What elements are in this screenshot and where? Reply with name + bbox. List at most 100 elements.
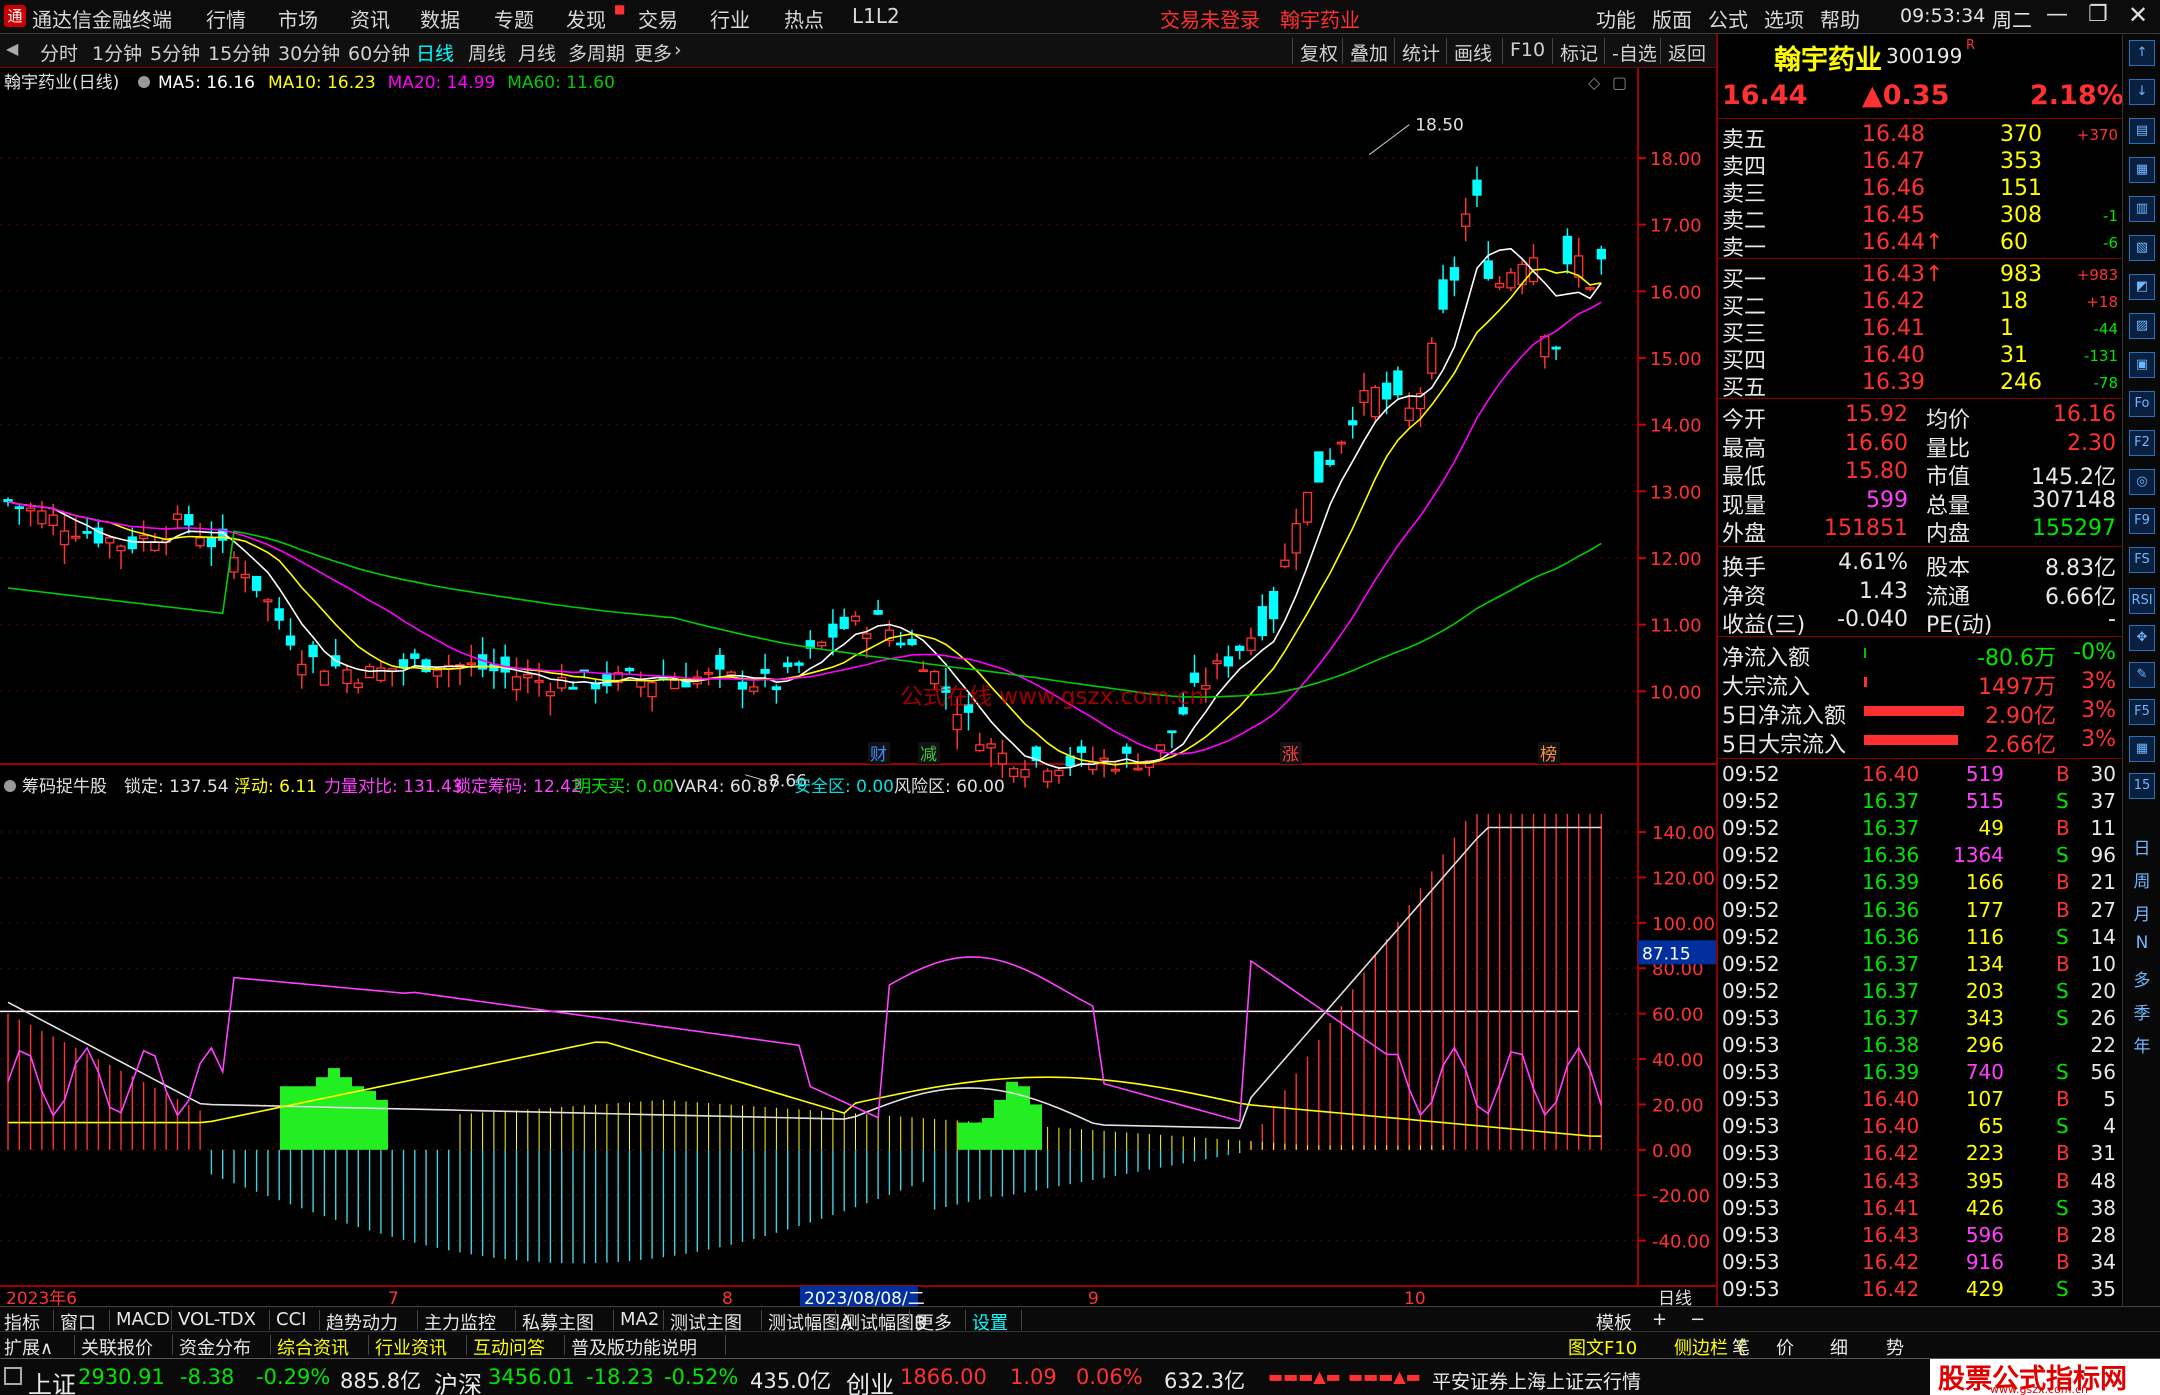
side-tab-2[interactable]: 笔 bbox=[1732, 1334, 1750, 1360]
ext-tab-5[interactable]: 互动问答 bbox=[473, 1334, 545, 1360]
template-btn-1[interactable]: + bbox=[1652, 1309, 1667, 1330]
chart-area[interactable]: 18.00 17.00 16.00 15.00 14.00 13.00 12.00 11.00… bbox=[0, 68, 1716, 1306]
toolbar-period-6[interactable]: 年 bbox=[2123, 1032, 2160, 1057]
tool-icon-3[interactable]: ▦ bbox=[2129, 157, 2155, 183]
index-name-2: 创业 bbox=[846, 1371, 894, 1395]
candle-body-53 bbox=[602, 672, 612, 687]
period-tab-1[interactable]: 1分钟 bbox=[92, 39, 142, 66]
right-menu-0[interactable]: 功能 bbox=[1596, 4, 1636, 33]
tool-extra-1[interactable]: ✥ bbox=[2129, 625, 2155, 651]
menu-8[interactable]: 热点 bbox=[784, 4, 824, 33]
side-tab-4[interactable]: 细 bbox=[1830, 1334, 1848, 1360]
tool-4[interactable]: F10 bbox=[1510, 39, 1545, 61]
indicator-tab-3[interactable]: VOL-TDX bbox=[178, 1309, 256, 1330]
close-icon[interactable]: ✕ bbox=[2128, 1, 2148, 29]
period-tab-4[interactable]: 30分钟 bbox=[278, 39, 340, 66]
tool-extra-0[interactable]: RSI bbox=[2129, 588, 2155, 614]
side-tab-0[interactable]: 图文F10 bbox=[1568, 1334, 1637, 1360]
tool-icon-4[interactable]: ▥ bbox=[2129, 196, 2155, 222]
period-tab-10[interactable]: 更多 bbox=[634, 39, 672, 66]
candle-body-137 bbox=[1551, 346, 1561, 350]
period-tab-7[interactable]: 周线 bbox=[468, 39, 506, 66]
side-tab-3[interactable]: 价 bbox=[1776, 1334, 1794, 1360]
menu-4[interactable]: 专题 bbox=[494, 4, 534, 33]
period-tab-3[interactable]: 15分钟 bbox=[208, 39, 270, 66]
tool-icon-0[interactable]: ↑ bbox=[2129, 40, 2155, 66]
toolbar-period-5[interactable]: 季 bbox=[2123, 999, 2160, 1024]
tool-0[interactable]: 复权 bbox=[1300, 39, 1338, 66]
tool-icon-10[interactable]: F2 bbox=[2129, 430, 2155, 456]
tool-icon-2[interactable]: ▤ bbox=[2129, 118, 2155, 144]
indicator-tab-sep-11 bbox=[909, 1310, 910, 1330]
collapse-icon[interactable]: ◀ bbox=[6, 39, 18, 58]
ext-tab-3[interactable]: 综合资讯 bbox=[277, 1334, 349, 1360]
tick-price-9: 16.37 bbox=[1862, 1005, 1920, 1030]
tool-icon-13[interactable]: FS bbox=[2129, 547, 2155, 573]
menu-1[interactable]: 市场 bbox=[278, 4, 318, 33]
price-axis-label-2: 16.00 bbox=[1650, 282, 1702, 303]
ext-tab-4[interactable]: 行业资讯 bbox=[375, 1334, 447, 1360]
tool-6[interactable]: -自选 bbox=[1612, 39, 1657, 66]
minimize-icon[interactable]: — bbox=[2046, 2, 2068, 27]
login-status[interactable]: 交易未登录 bbox=[1160, 4, 1260, 33]
side-tab-5[interactable]: 势 bbox=[1886, 1334, 1904, 1360]
tool-3[interactable]: 画线 bbox=[1454, 39, 1492, 66]
tool-icon-8[interactable]: ▣ bbox=[2129, 352, 2155, 378]
tool-icon-6[interactable]: ◩ bbox=[2129, 274, 2155, 300]
period-tab-9[interactable]: 多周期 bbox=[568, 39, 625, 66]
tool-icon-11[interactable]: ◎ bbox=[2129, 469, 2155, 495]
indicator-tab-4[interactable]: CCI bbox=[276, 1309, 306, 1330]
menu-9[interactable]: L1L2 bbox=[852, 4, 900, 28]
tool-extra-4[interactable]: ▦ bbox=[2129, 736, 2155, 762]
menu-3[interactable]: 数据 bbox=[420, 4, 460, 33]
tool-icon-7[interactable]: ▨ bbox=[2129, 313, 2155, 339]
right-menu-4[interactable]: 帮助 bbox=[1820, 4, 1860, 33]
period-tab-8[interactable]: 月线 bbox=[518, 39, 556, 66]
ext-tab-6[interactable]: 普及版功能说明 bbox=[571, 1334, 697, 1360]
tool-1[interactable]: 叠加 bbox=[1350, 39, 1388, 66]
period-tab-0[interactable]: 分时 bbox=[40, 39, 78, 66]
tool-7[interactable]: 返回 bbox=[1668, 39, 1706, 66]
ext-tab-0[interactable]: 扩展∧ bbox=[4, 1334, 53, 1360]
tool-extra-3[interactable]: F5 bbox=[2129, 699, 2155, 725]
toolbar-period-3[interactable]: N bbox=[2123, 933, 2160, 953]
tool-5[interactable]: 标记 bbox=[1560, 39, 1598, 66]
menu-2[interactable]: 资讯 bbox=[350, 4, 390, 33]
restore-icon[interactable]: ❐ bbox=[2088, 2, 2108, 27]
ext-tab-sep-4 bbox=[466, 1335, 467, 1355]
tick-vol-17: 596 bbox=[1965, 1222, 2004, 1247]
bid-row-0-chg: +983 bbox=[2076, 266, 2118, 284]
indicator-tab-2[interactable]: MACD bbox=[116, 1309, 170, 1330]
tool-icon-5[interactable]: ▧ bbox=[2129, 235, 2155, 261]
tool-extra-2[interactable]: ✎ bbox=[2129, 662, 2155, 688]
tool-extra-5[interactable]: 15 bbox=[2129, 773, 2155, 799]
more-chevron-icon[interactable]: › bbox=[674, 39, 682, 61]
period-tab-6[interactable]: 日线 bbox=[416, 39, 454, 66]
tick-time-11: 09:53 bbox=[1722, 1060, 1780, 1085]
ask-row-1-price: 16.47 bbox=[1862, 149, 1925, 174]
quote-sep-4 bbox=[1718, 636, 2122, 637]
period-tab-5[interactable]: 60分钟 bbox=[348, 39, 410, 66]
menu-5[interactable]: 发现 bbox=[566, 4, 606, 33]
period-tab-2[interactable]: 5分钟 bbox=[150, 39, 200, 66]
indicator-tab-8[interactable]: MA2 bbox=[620, 1309, 659, 1330]
right-menu-3[interactable]: 选项 bbox=[1764, 4, 1804, 33]
template-btn-2[interactable]: − bbox=[1690, 1309, 1705, 1330]
ext-tab-1[interactable]: 关联报价 bbox=[81, 1334, 153, 1360]
menu-0[interactable]: 行情 bbox=[206, 4, 246, 33]
tool-icon-1[interactable]: ↓ bbox=[2129, 79, 2155, 105]
index-name-0: 上证 bbox=[28, 1371, 76, 1395]
ext-tab-2[interactable]: 资金分布 bbox=[179, 1334, 251, 1360]
right-menu-2[interactable]: 公式 bbox=[1708, 4, 1748, 33]
toolbar-period-1[interactable]: 周 bbox=[2123, 867, 2160, 892]
toolbar-period-4[interactable]: 多 bbox=[2123, 966, 2160, 991]
date-label-4: 9 bbox=[1088, 1289, 1099, 1306]
tool-2[interactable]: 统计 bbox=[1402, 39, 1440, 66]
toolbar-period-0[interactable]: 日 bbox=[2123, 834, 2160, 859]
tool-icon-9[interactable]: Fo bbox=[2129, 391, 2155, 417]
toolbar-period-2[interactable]: 月 bbox=[2123, 900, 2160, 925]
right-menu-1[interactable]: 版面 bbox=[1652, 4, 1692, 33]
menu-7[interactable]: 行业 bbox=[710, 4, 750, 33]
tool-icon-12[interactable]: F9 bbox=[2129, 508, 2155, 534]
menu-6[interactable]: 交易 bbox=[638, 4, 678, 33]
